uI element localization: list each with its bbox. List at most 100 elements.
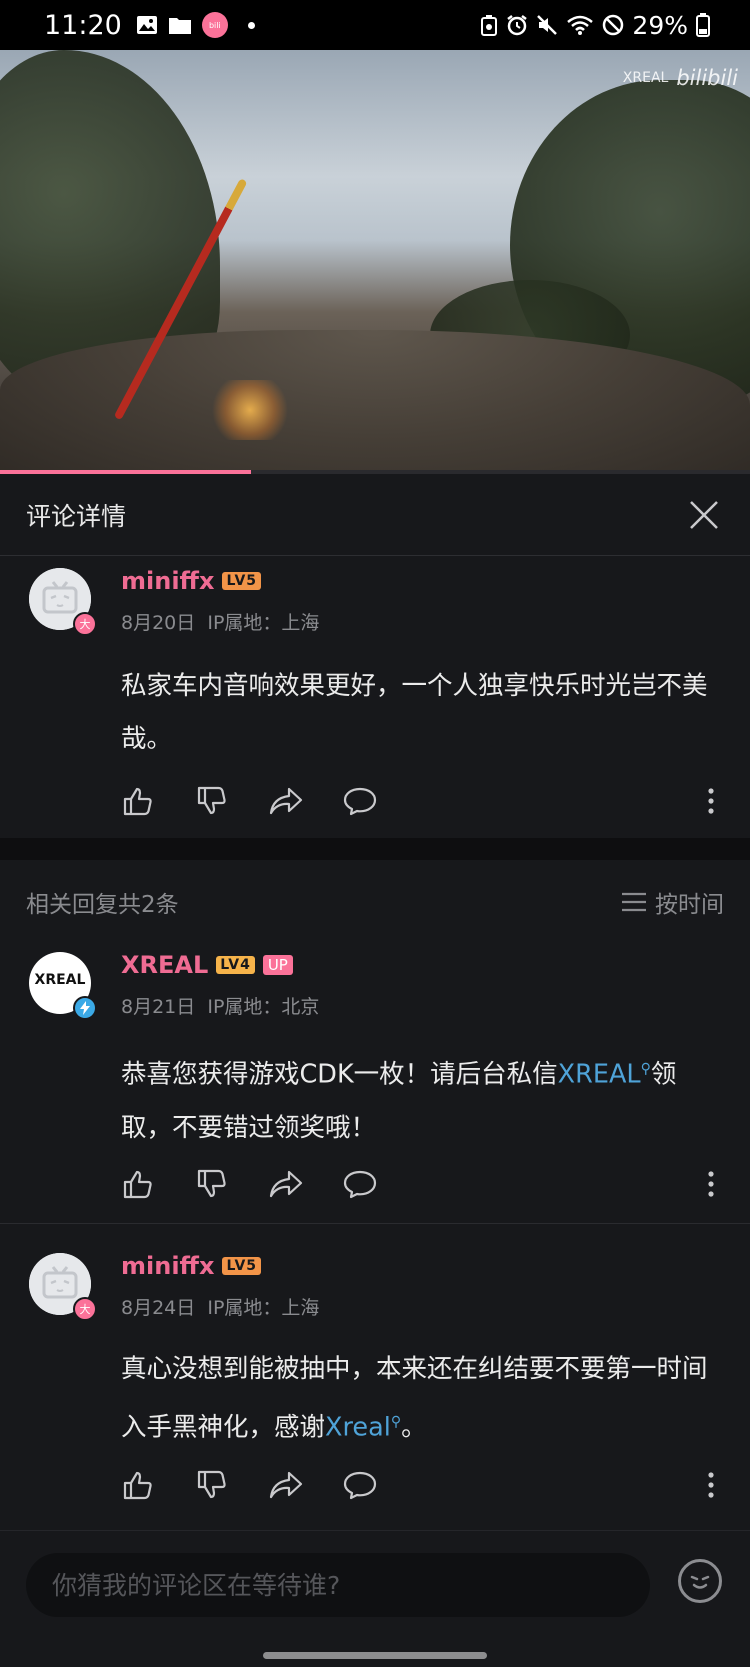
level-badge: LV5 bbox=[222, 1257, 262, 1275]
alarm-icon bbox=[507, 15, 528, 36]
panel-header: 评论详情 bbox=[0, 474, 750, 556]
vip-badge: 大 bbox=[73, 1297, 97, 1321]
username[interactable]: XREAL bbox=[121, 951, 208, 979]
list-sort-icon bbox=[622, 892, 646, 912]
folder-icon bbox=[168, 18, 191, 34]
search-icon: ⚲ bbox=[640, 1061, 651, 1077]
user-info: miniffx LV5 bbox=[121, 1252, 262, 1280]
like-button[interactable] bbox=[121, 784, 155, 818]
more-button[interactable] bbox=[701, 1167, 721, 1201]
emoji-button[interactable] bbox=[678, 1559, 722, 1603]
mute-icon bbox=[537, 15, 558, 35]
dnd-icon bbox=[603, 14, 624, 36]
verified-badge bbox=[73, 996, 97, 1020]
video-watermark: XREAL bilibili bbox=[623, 66, 738, 90]
more-button[interactable] bbox=[701, 1468, 721, 1502]
avatar[interactable]: 大 bbox=[29, 568, 97, 636]
battery-icon bbox=[696, 13, 710, 37]
replies-count: 相关回复共2条 bbox=[26, 892, 179, 918]
bottom-input-bar bbox=[0, 1530, 750, 1667]
comment-meta: 8月24日 IP属地：上海 bbox=[121, 1293, 319, 1320]
comment-meta: 8月21日 IP属地：北京 bbox=[121, 992, 319, 1019]
emoji-icon bbox=[690, 1575, 710, 1589]
replies-header: 相关回复共2条 按时间 bbox=[0, 880, 750, 924]
close-icon bbox=[690, 500, 718, 529]
comment-date: 8月24日 bbox=[121, 1297, 196, 1319]
close-button[interactable] bbox=[684, 495, 724, 535]
more-vertical-icon bbox=[708, 1472, 714, 1498]
status-time: 11:20 bbox=[44, 9, 122, 41]
username[interactable]: miniffx bbox=[121, 1252, 214, 1280]
more-vertical-icon bbox=[708, 788, 714, 814]
sort-label: 按时间 bbox=[655, 892, 724, 918]
battery-percent: 29% bbox=[632, 10, 688, 40]
reply-button[interactable] bbox=[343, 1468, 377, 1502]
comment-actions bbox=[121, 1465, 721, 1505]
thumbs-up-icon bbox=[123, 787, 152, 816]
dot-icon bbox=[247, 21, 255, 29]
comment-bubble-icon bbox=[343, 1471, 377, 1500]
share-icon bbox=[269, 1170, 303, 1198]
share-icon bbox=[269, 787, 303, 815]
bilibili-app-icon: bili bbox=[201, 12, 228, 38]
video-scene-spark bbox=[205, 380, 295, 440]
comment-text-part: 恭喜您获得游戏CDK一枚！请后台私信 bbox=[121, 1059, 558, 1090]
search-icon: ⚲ bbox=[390, 1414, 402, 1430]
more-vertical-icon bbox=[708, 1171, 714, 1197]
home-indicator[interactable] bbox=[263, 1652, 487, 1659]
thumbs-down-icon bbox=[197, 786, 226, 815]
comment-text: 私家车内音响效果更好，一个人独享快乐时光岂不美哉。 bbox=[121, 671, 708, 754]
mention-link[interactable]: XREAL bbox=[558, 1060, 641, 1090]
watermark-brand: XREAL bbox=[622, 70, 669, 86]
comment-actions bbox=[121, 1164, 721, 1204]
reply-button[interactable] bbox=[343, 1167, 377, 1201]
up-badge: UP bbox=[262, 955, 293, 975]
share-icon bbox=[269, 1471, 303, 1499]
comment-bubble-icon bbox=[343, 1170, 377, 1199]
level-badge: LV4 bbox=[216, 956, 255, 974]
recycle-icon bbox=[481, 15, 498, 36]
more-button[interactable] bbox=[701, 784, 721, 818]
comment-ip: IP属地：北京 bbox=[207, 996, 320, 1018]
share-button[interactable] bbox=[269, 1468, 303, 1502]
thumbs-up-icon bbox=[123, 1170, 152, 1199]
comment-text: 恭喜您获得游戏CDK一枚！请后台私信XREAL⚲领取，不要错过领奖哦！ bbox=[121, 1043, 721, 1155]
level-badge: LV5 bbox=[222, 572, 262, 590]
thumbs-down-icon bbox=[197, 1169, 226, 1198]
reply-button[interactable] bbox=[343, 784, 377, 818]
user-info: XREAL LV4 UP bbox=[121, 951, 293, 979]
dislike-button[interactable] bbox=[195, 1468, 229, 1502]
gallery-icon bbox=[136, 16, 157, 34]
status-bar: 11:20 bili 29% bbox=[0, 0, 750, 50]
vip-badge: 大 bbox=[73, 612, 97, 636]
comment-meta: 8月20日 IP属地：上海 bbox=[121, 608, 319, 635]
like-button[interactable] bbox=[121, 1167, 155, 1201]
share-button[interactable] bbox=[269, 1167, 303, 1201]
comment-text: 真心没想到能被抽中，本来还在纠结要不要第一时间入手黑神化，感谢Xreal⚲。 bbox=[121, 1343, 721, 1455]
video-scene-rocks bbox=[0, 330, 750, 473]
dislike-button[interactable] bbox=[195, 784, 229, 818]
avatar[interactable]: 大 bbox=[29, 1253, 97, 1321]
share-button[interactable] bbox=[269, 784, 303, 818]
thumbs-up-icon bbox=[123, 1471, 152, 1500]
comment-date: 8月21日 bbox=[121, 996, 196, 1018]
comment-ip: IP属地：上海 bbox=[207, 612, 320, 634]
panel-title: 评论详情 bbox=[26, 501, 127, 531]
video-player[interactable]: XREAL bilibili bbox=[0, 50, 750, 473]
status-left-icons: bili bbox=[136, 12, 255, 38]
comment-ip: IP属地：上海 bbox=[207, 1297, 320, 1319]
avatar[interactable]: XREAL bbox=[29, 952, 97, 1020]
comment-bubble-icon bbox=[343, 787, 377, 816]
like-button[interactable] bbox=[121, 1468, 155, 1502]
avatar-brand-text: XREAL bbox=[34, 972, 86, 988]
status-right: 29% bbox=[480, 11, 710, 40]
comment-date: 8月20日 bbox=[121, 612, 196, 634]
sort-button[interactable]: 按时间 bbox=[621, 885, 724, 919]
mention-link[interactable]: Xreal bbox=[325, 1413, 391, 1443]
dislike-button[interactable] bbox=[195, 1167, 229, 1201]
username[interactable]: miniffx bbox=[121, 567, 214, 595]
wifi-icon bbox=[567, 15, 594, 35]
user-info: miniffx LV5 bbox=[121, 567, 262, 595]
comment-input[interactable] bbox=[26, 1553, 650, 1617]
comment-actions bbox=[121, 781, 721, 821]
